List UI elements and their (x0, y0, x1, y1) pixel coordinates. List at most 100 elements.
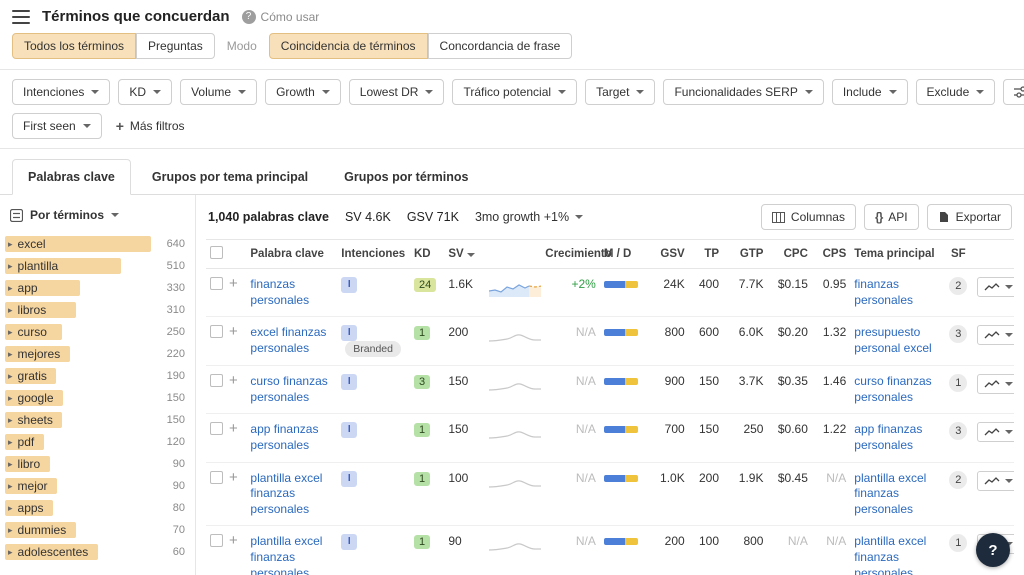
parent-topic-link[interactable]: finanzas personales (854, 277, 939, 308)
row-checkbox[interactable] (210, 471, 223, 484)
sidebar-term-bar (5, 280, 80, 296)
menu-icon[interactable] (12, 10, 30, 24)
parent-topic-link[interactable]: plantilla excel finanzas personales (854, 471, 939, 518)
keyword-link[interactable]: curso finanzas personales (250, 374, 333, 405)
sidebar-term[interactable]: ▸plantilla510 (0, 255, 195, 277)
serp-overview-dropdown[interactable] (977, 325, 1014, 345)
columns-button[interactable]: Columnas (761, 204, 856, 230)
col-header-sf[interactable]: SF (943, 240, 973, 269)
col-header-gtp[interactable]: GTP (723, 240, 767, 269)
how-to-use-link[interactable]: ? Cómo usar (242, 10, 320, 24)
presets-button[interactable]: Preajustes (1003, 79, 1024, 105)
filter-kd[interactable]: KD (118, 79, 172, 105)
filter-serp-features[interactable]: Funcionalidades SERP (663, 79, 823, 105)
sidebar-term[interactable]: ▸mejores220 (0, 343, 195, 365)
keyword-link[interactable]: plantilla excel finanzas personales (250, 534, 333, 575)
filter-include[interactable]: Include (832, 79, 908, 105)
row-checkbox[interactable] (210, 422, 223, 435)
filter-volume[interactable]: Volume (180, 79, 257, 105)
sidebar-term[interactable]: ▸curso250 (0, 321, 195, 343)
parent-topic-link[interactable]: app finanzas personales (854, 422, 939, 453)
sidebar-term[interactable]: ▸adolescentes60 (0, 541, 195, 563)
growth-period-dropdown[interactable]: 3mo growth +1% (475, 210, 583, 224)
add-to-list-icon[interactable]: + (229, 277, 238, 290)
parent-topic-link[interactable]: plantilla excel finanzas personales grat… (854, 534, 939, 575)
chevron-down-icon (322, 90, 330, 94)
sidebar-term[interactable]: ▸gratis190 (0, 365, 195, 387)
tab-phrase-match[interactable]: Concordancia de frase (428, 33, 573, 59)
keyword-link[interactable]: app finanzas personales (250, 422, 333, 453)
row-checkbox[interactable] (210, 534, 223, 547)
add-to-list-icon[interactable]: + (229, 422, 238, 435)
row-checkbox[interactable] (210, 374, 223, 387)
parent-topic-link[interactable]: curso finanzas personales (854, 374, 939, 405)
tab-all-terms[interactable]: Todos los términos (12, 33, 136, 59)
serp-features-badge[interactable]: 3 (949, 422, 967, 440)
add-to-list-icon[interactable]: + (229, 534, 238, 547)
sidebar-term[interactable]: ▸apps80 (0, 497, 195, 519)
mobile-desktop-bar (604, 426, 638, 433)
export-button[interactable]: Exportar (927, 204, 1012, 230)
col-header-topic[interactable]: Tema principal (850, 240, 943, 269)
tab-parent-topic-groups[interactable]: Grupos por tema principal (137, 160, 323, 194)
sidebar-term[interactable]: ▸mejor90 (0, 475, 195, 497)
row-checkbox[interactable] (210, 325, 223, 338)
col-header-sv[interactable]: SV (444, 240, 484, 269)
sidebar-term[interactable]: ▸app330 (0, 277, 195, 299)
col-header-growth[interactable]: Crecimiento (541, 240, 600, 269)
serp-features-badge[interactable]: 2 (949, 277, 967, 295)
filter-growth[interactable]: Growth (265, 79, 341, 105)
tab-questions[interactable]: Preguntas (136, 33, 215, 59)
keyword-link[interactable]: plantilla excel finanzas personales (250, 471, 333, 518)
sidebar-term[interactable]: ▸dummies70 (0, 519, 195, 541)
serp-overview-dropdown[interactable] (977, 374, 1014, 394)
serp-features-badge[interactable]: 1 (949, 374, 967, 392)
tab-term-groups[interactable]: Grupos por términos (329, 160, 483, 194)
tab-keywords[interactable]: Palabras clave (12, 159, 131, 195)
help-button[interactable]: ? (976, 533, 1010, 567)
row-checkbox[interactable] (210, 277, 223, 290)
col-header-intents[interactable]: Intenciones (337, 240, 410, 269)
filter-first-seen[interactable]: First seen (12, 113, 102, 139)
sidebar-term-label: google (18, 391, 54, 405)
col-header-kd[interactable]: KD (410, 240, 444, 269)
select-all-checkbox[interactable] (210, 246, 223, 259)
sidebar-term[interactable]: ▸excel640 (0, 233, 195, 255)
filter-intents[interactable]: Intenciones (12, 79, 110, 105)
expand-caret-icon: ▸ (8, 503, 13, 514)
add-to-list-icon[interactable]: + (229, 325, 238, 338)
serp-features-badge[interactable]: 2 (949, 471, 967, 489)
col-header-md[interactable]: M / D (600, 240, 642, 269)
sidebar-term[interactable]: ▸libros310 (0, 299, 195, 321)
terms-view-dropdown[interactable]: Por términos (0, 195, 195, 231)
col-header-gsv[interactable]: GSV (642, 240, 688, 269)
sidebar-term-count: 150 (167, 392, 185, 404)
api-button[interactable]: {} API (864, 204, 919, 230)
expand-caret-icon: ▸ (8, 327, 13, 338)
keyword-link[interactable]: finanzas personales (250, 277, 333, 308)
sidebar-term[interactable]: ▸pdf120 (0, 431, 195, 453)
add-to-list-icon[interactable]: + (229, 374, 238, 387)
parent-topic-link[interactable]: presupuesto personal excel (854, 325, 939, 356)
serp-overview-dropdown[interactable] (977, 422, 1014, 442)
chart-icon (984, 330, 1000, 340)
serp-features-badge[interactable]: 1 (949, 534, 967, 552)
serp-overview-dropdown[interactable] (977, 471, 1014, 491)
col-header-keyword[interactable]: Palabra clave (246, 240, 337, 269)
sidebar-term[interactable]: ▸sheets150 (0, 409, 195, 431)
filter-exclude[interactable]: Exclude (916, 79, 996, 105)
tab-terms-match[interactable]: Coincidencia de términos (269, 33, 428, 59)
col-header-cpc[interactable]: CPC (767, 240, 811, 269)
serp-overview-dropdown[interactable] (977, 277, 1014, 297)
add-to-list-icon[interactable]: + (229, 471, 238, 484)
keyword-link[interactable]: excel finanzas personales (250, 325, 333, 356)
sidebar-term[interactable]: ▸libro90 (0, 453, 195, 475)
col-header-tp[interactable]: TP (689, 240, 723, 269)
filter-target[interactable]: Target (585, 79, 655, 105)
col-header-cps[interactable]: CPS (812, 240, 850, 269)
filter-traffic-potential[interactable]: Tráfico potencial (452, 79, 577, 105)
sidebar-term[interactable]: ▸google150 (0, 387, 195, 409)
more-filters-button[interactable]: +Más filtros (110, 114, 191, 138)
serp-features-badge[interactable]: 3 (949, 325, 967, 343)
filter-lowest-dr[interactable]: Lowest DR (349, 79, 445, 105)
